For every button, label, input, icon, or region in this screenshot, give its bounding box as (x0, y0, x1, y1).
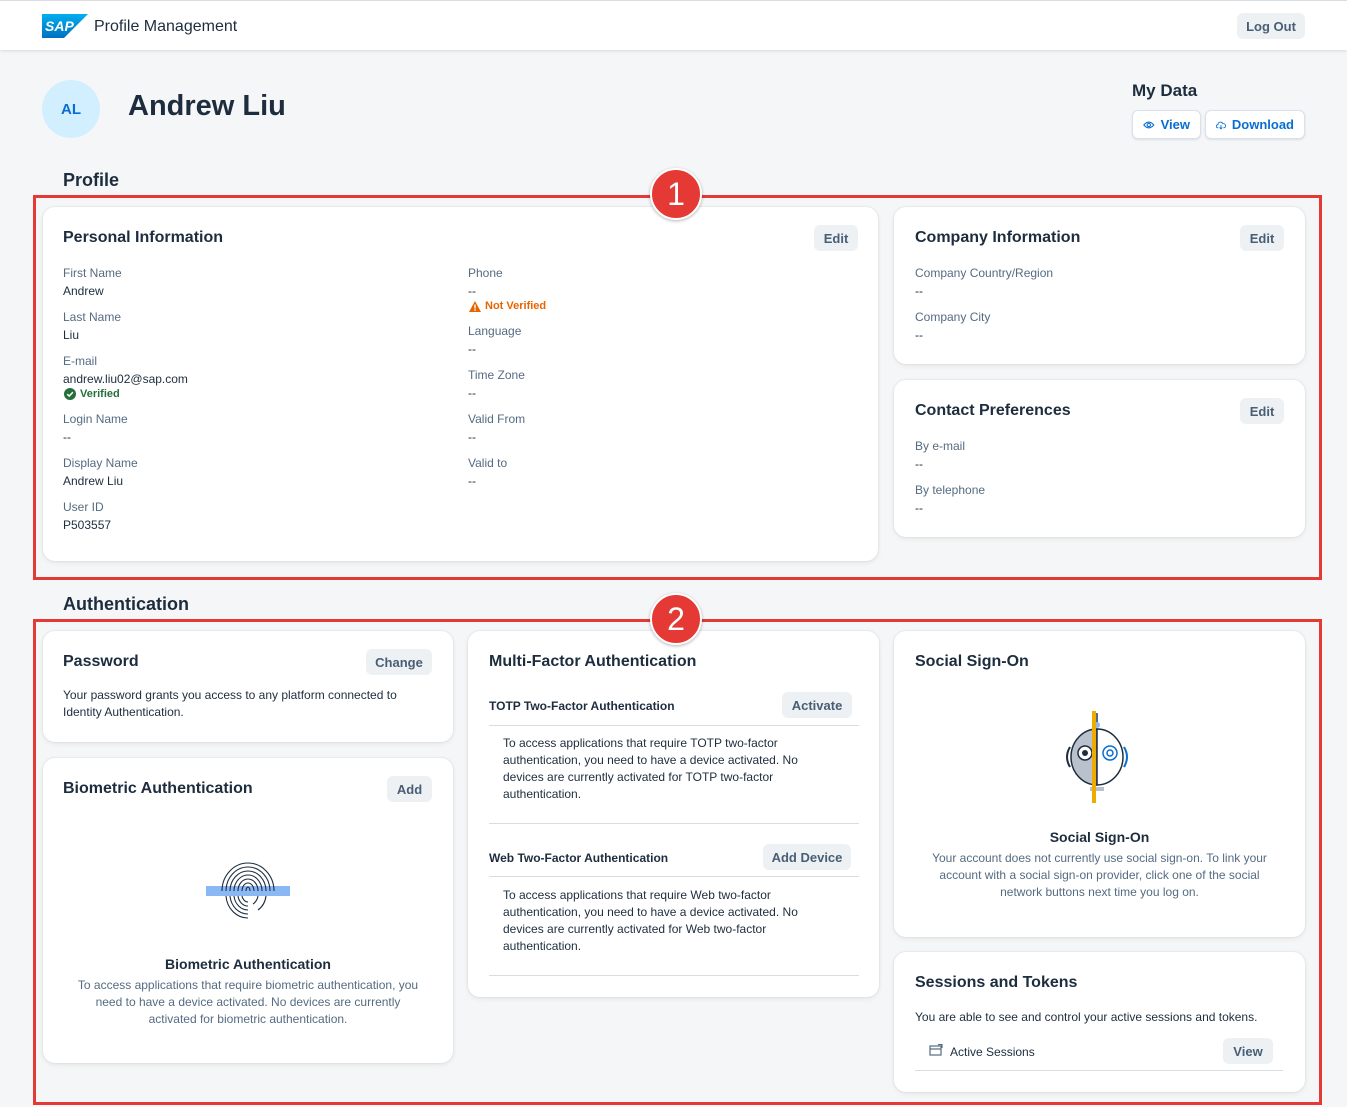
svg-text:SAP: SAP (45, 18, 74, 34)
annotation-marker-1: 1 (650, 168, 702, 220)
highlight-box-profile (33, 195, 1322, 580)
my-data-view-button[interactable]: View (1132, 110, 1201, 139)
profile-section-title: Profile (63, 170, 120, 190)
highlight-box-authentication (33, 619, 1322, 1105)
authentication-section-title: Authentication (63, 594, 189, 614)
my-data-download-button[interactable]: Download (1205, 110, 1305, 139)
my-data-view-label: View (1160, 117, 1190, 132)
cloud-download-icon (1216, 121, 1226, 129)
my-data-title: My Data (1132, 81, 1198, 100)
user-name: Andrew Liu (128, 90, 286, 122)
shell-bar: SAP Profile Management Log Out (0, 0, 1347, 50)
avatar: AL (42, 80, 100, 138)
app-title: Profile Management (94, 18, 238, 35)
logout-button[interactable]: Log Out (1237, 13, 1305, 39)
eye-icon (1143, 121, 1155, 128)
my-data-download-label: Download (1231, 117, 1294, 132)
sap-logo[interactable]: SAP (42, 14, 88, 38)
annotation-marker-2: 2 (650, 593, 702, 645)
